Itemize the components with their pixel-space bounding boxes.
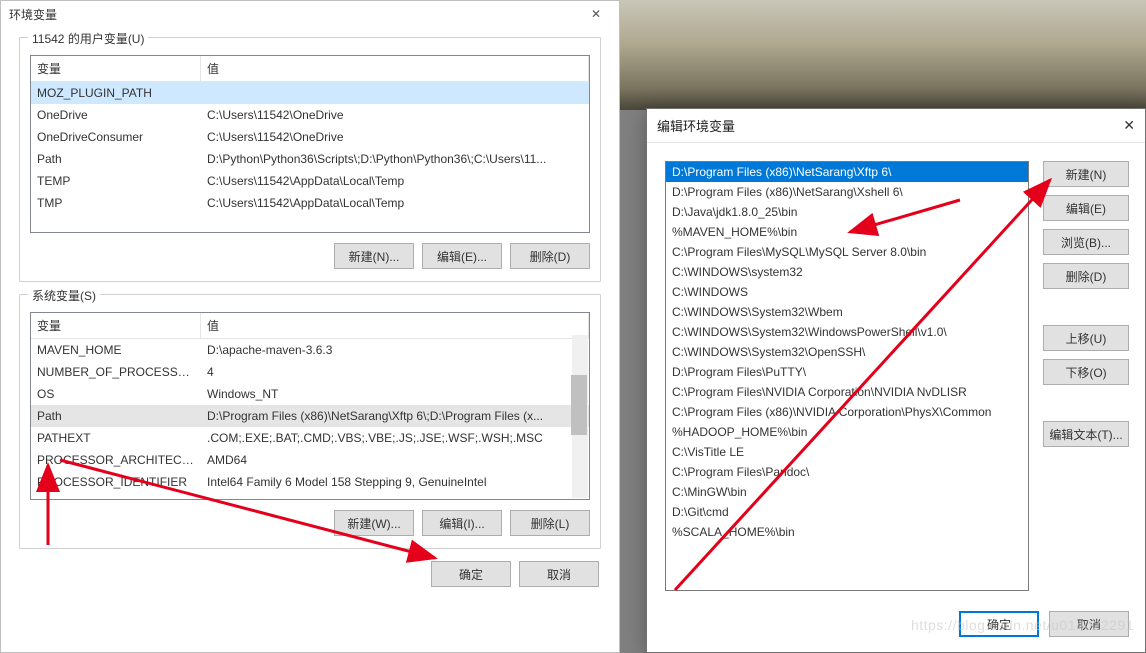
list-item[interactable]: C:\MinGW\bin	[666, 482, 1028, 502]
var-value: D:\apache-maven-3.6.3	[201, 341, 589, 359]
var-name: Path	[31, 150, 201, 168]
watermark: https://blog.csdn.net/u014022291	[911, 617, 1134, 633]
table-row[interactable]: NUMBER_OF_PROCESSORS4	[31, 361, 589, 383]
sys-delete-button[interactable]: 删除(L)	[510, 510, 590, 536]
dialog-title: 环境变量	[9, 6, 581, 23]
var-value: D:\Program Files (x86)\NetSarang\Xftp 6\…	[201, 407, 589, 425]
var-name: TEMP	[31, 172, 201, 190]
column-header-value[interactable]: 值	[201, 313, 589, 338]
list-item[interactable]: C:\WINDOWS\System32\WindowsPowerShell\v1…	[666, 322, 1028, 342]
edit-environment-variable-dialog: 编辑环境变量 ✕ D:\Program Files (x86)\NetSaran…	[646, 108, 1146, 653]
table-row[interactable]: PROCESSOR_ARCHITECTUREAMD64	[31, 449, 589, 471]
system-variables-legend: 系统变量(S)	[28, 289, 100, 303]
table-row[interactable]: TEMPC:\Users\11542\AppData\Local\Temp	[31, 170, 589, 192]
sys-edit-button[interactable]: 编辑(I)...	[422, 510, 502, 536]
desktop-background	[620, 0, 1146, 110]
var-name: Path	[31, 407, 201, 425]
sys-new-button[interactable]: 新建(W)...	[334, 510, 414, 536]
list-item[interactable]: D:\Program Files (x86)\NetSarang\Xftp 6\	[666, 162, 1028, 182]
system-variables-table[interactable]: 变量 值 MAVEN_HOMED:\apache-maven-3.6.3NUMB…	[30, 312, 590, 500]
var-value	[201, 84, 589, 102]
user-variables-legend: 11542 的用户变量(U)	[28, 32, 148, 46]
delete-button[interactable]: 删除(D)	[1043, 263, 1129, 289]
list-item[interactable]: %HADOOP_HOME%\bin	[666, 422, 1028, 442]
var-value: 4	[201, 363, 589, 381]
user-variables-table[interactable]: 变量 值 MOZ_PLUGIN_PATHOneDriveC:\Users\115…	[30, 55, 590, 233]
column-header-name[interactable]: 变量	[31, 56, 201, 81]
table-row[interactable]: OSWindows_NT	[31, 383, 589, 405]
new-button[interactable]: 新建(N)	[1043, 161, 1129, 187]
list-item[interactable]: D:\Java\jdk1.8.0_25\bin	[666, 202, 1028, 222]
titlebar: 编辑环境变量 ✕	[647, 109, 1145, 143]
var-value: C:\Users\11542\AppData\Local\Temp	[201, 172, 589, 190]
column-header-name[interactable]: 变量	[31, 313, 201, 338]
move-down-button[interactable]: 下移(O)	[1043, 359, 1129, 385]
var-value: Intel64 Family 6 Model 158 Stepping 9, G…	[201, 473, 589, 491]
table-row[interactable]: MAVEN_HOMED:\apache-maven-3.6.3	[31, 339, 589, 361]
list-item[interactable]: C:\WINDOWS\System32\Wbem	[666, 302, 1028, 322]
var-name: OS	[31, 385, 201, 403]
table-row[interactable]: MOZ_PLUGIN_PATH	[31, 82, 589, 104]
var-value: C:\Users\11542\AppData\Local\Temp	[201, 194, 589, 212]
table-row[interactable]: OneDriveConsumerC:\Users\11542\OneDrive	[31, 126, 589, 148]
var-value: AMD64	[201, 451, 589, 469]
list-item[interactable]: C:\Program Files\MySQL\MySQL Server 8.0\…	[666, 242, 1028, 262]
table-row[interactable]: PROCESSOR_IDENTIFIERIntel64 Family 6 Mod…	[31, 471, 589, 493]
var-name: OneDriveConsumer	[31, 128, 201, 146]
list-item[interactable]: D:\Program Files\PuTTY\	[666, 362, 1028, 382]
table-row[interactable]: PATHEXT.COM;.EXE;.BAT;.CMD;.VBS;.VBE;.JS…	[31, 427, 589, 449]
var-name: MOZ_PLUGIN_PATH	[31, 84, 201, 102]
table-row[interactable]: TMPC:\Users\11542\AppData\Local\Temp	[31, 192, 589, 214]
var-name: MAVEN_HOME	[31, 341, 201, 359]
path-entries-listbox[interactable]: D:\Program Files (x86)\NetSarang\Xftp 6\…	[665, 161, 1029, 591]
list-item[interactable]: C:\Program Files (x86)\NVIDIA Corporatio…	[666, 402, 1028, 422]
var-name: PROCESSOR_ARCHITECTURE	[31, 451, 201, 469]
edit-button[interactable]: 编辑(E)	[1043, 195, 1129, 221]
list-item[interactable]: D:\Program Files (x86)\NetSarang\Xshell …	[666, 182, 1028, 202]
var-value: C:\Users\11542\OneDrive	[201, 106, 589, 124]
var-name: TMP	[31, 194, 201, 212]
cancel-button[interactable]: 取消	[519, 561, 599, 587]
list-item[interactable]: C:\Program Files\Pandoc\	[666, 462, 1028, 482]
list-item[interactable]: C:\WINDOWS\System32\OpenSSH\	[666, 342, 1028, 362]
var-name: PROCESSOR_IDENTIFIER	[31, 473, 201, 491]
var-value: Windows_NT	[201, 385, 589, 403]
titlebar: 环境变量 ✕	[1, 1, 619, 27]
table-row[interactable]: OneDriveC:\Users\11542\OneDrive	[31, 104, 589, 126]
list-item[interactable]: C:\Program Files\NVIDIA Corporation\NVID…	[666, 382, 1028, 402]
user-delete-button[interactable]: 删除(D)	[510, 243, 590, 269]
var-value: .COM;.EXE;.BAT;.CMD;.VBS;.VBE;.JS;.JSE;.…	[201, 429, 589, 447]
var-name: PATHEXT	[31, 429, 201, 447]
table-row[interactable]: PathD:\Program Files (x86)\NetSarang\Xft…	[31, 405, 589, 427]
close-icon[interactable]: ✕	[581, 7, 611, 21]
user-edit-button[interactable]: 编辑(E)...	[422, 243, 502, 269]
list-item[interactable]: C:\WINDOWS	[666, 282, 1028, 302]
user-new-button[interactable]: 新建(N)...	[334, 243, 414, 269]
list-item[interactable]: D:\Git\cmd	[666, 502, 1028, 522]
list-item[interactable]: C:\VisTitle LE	[666, 442, 1028, 462]
list-item[interactable]: %SCALA_HOME%\bin	[666, 522, 1028, 542]
close-icon[interactable]: ✕	[1095, 117, 1135, 134]
var-name: NUMBER_OF_PROCESSORS	[31, 363, 201, 381]
user-variables-group: 11542 的用户变量(U) 变量 值 MOZ_PLUGIN_PATHOneDr…	[19, 37, 601, 282]
list-item[interactable]: %MAVEN_HOME%\bin	[666, 222, 1028, 242]
var-value: C:\Users\11542\OneDrive	[201, 128, 589, 146]
edit-text-button[interactable]: 编辑文本(T)...	[1043, 421, 1129, 447]
environment-variables-dialog: 环境变量 ✕ 11542 的用户变量(U) 变量 值 MOZ_PLUGIN_PA…	[0, 0, 620, 653]
system-variables-group: 系统变量(S) 变量 值 MAVEN_HOMED:\apache-maven-3…	[19, 294, 601, 549]
move-up-button[interactable]: 上移(U)	[1043, 325, 1129, 351]
table-row[interactable]: PathD:\Python\Python36\Scripts\;D:\Pytho…	[31, 148, 589, 170]
column-header-value[interactable]: 值	[201, 56, 589, 81]
var-value: D:\Python\Python36\Scripts\;D:\Python\Py…	[201, 150, 589, 168]
ok-button[interactable]: 确定	[431, 561, 511, 587]
dialog-title: 编辑环境变量	[657, 116, 1095, 135]
list-item[interactable]: C:\WINDOWS\system32	[666, 262, 1028, 282]
var-name: OneDrive	[31, 106, 201, 124]
browse-button[interactable]: 浏览(B)...	[1043, 229, 1129, 255]
